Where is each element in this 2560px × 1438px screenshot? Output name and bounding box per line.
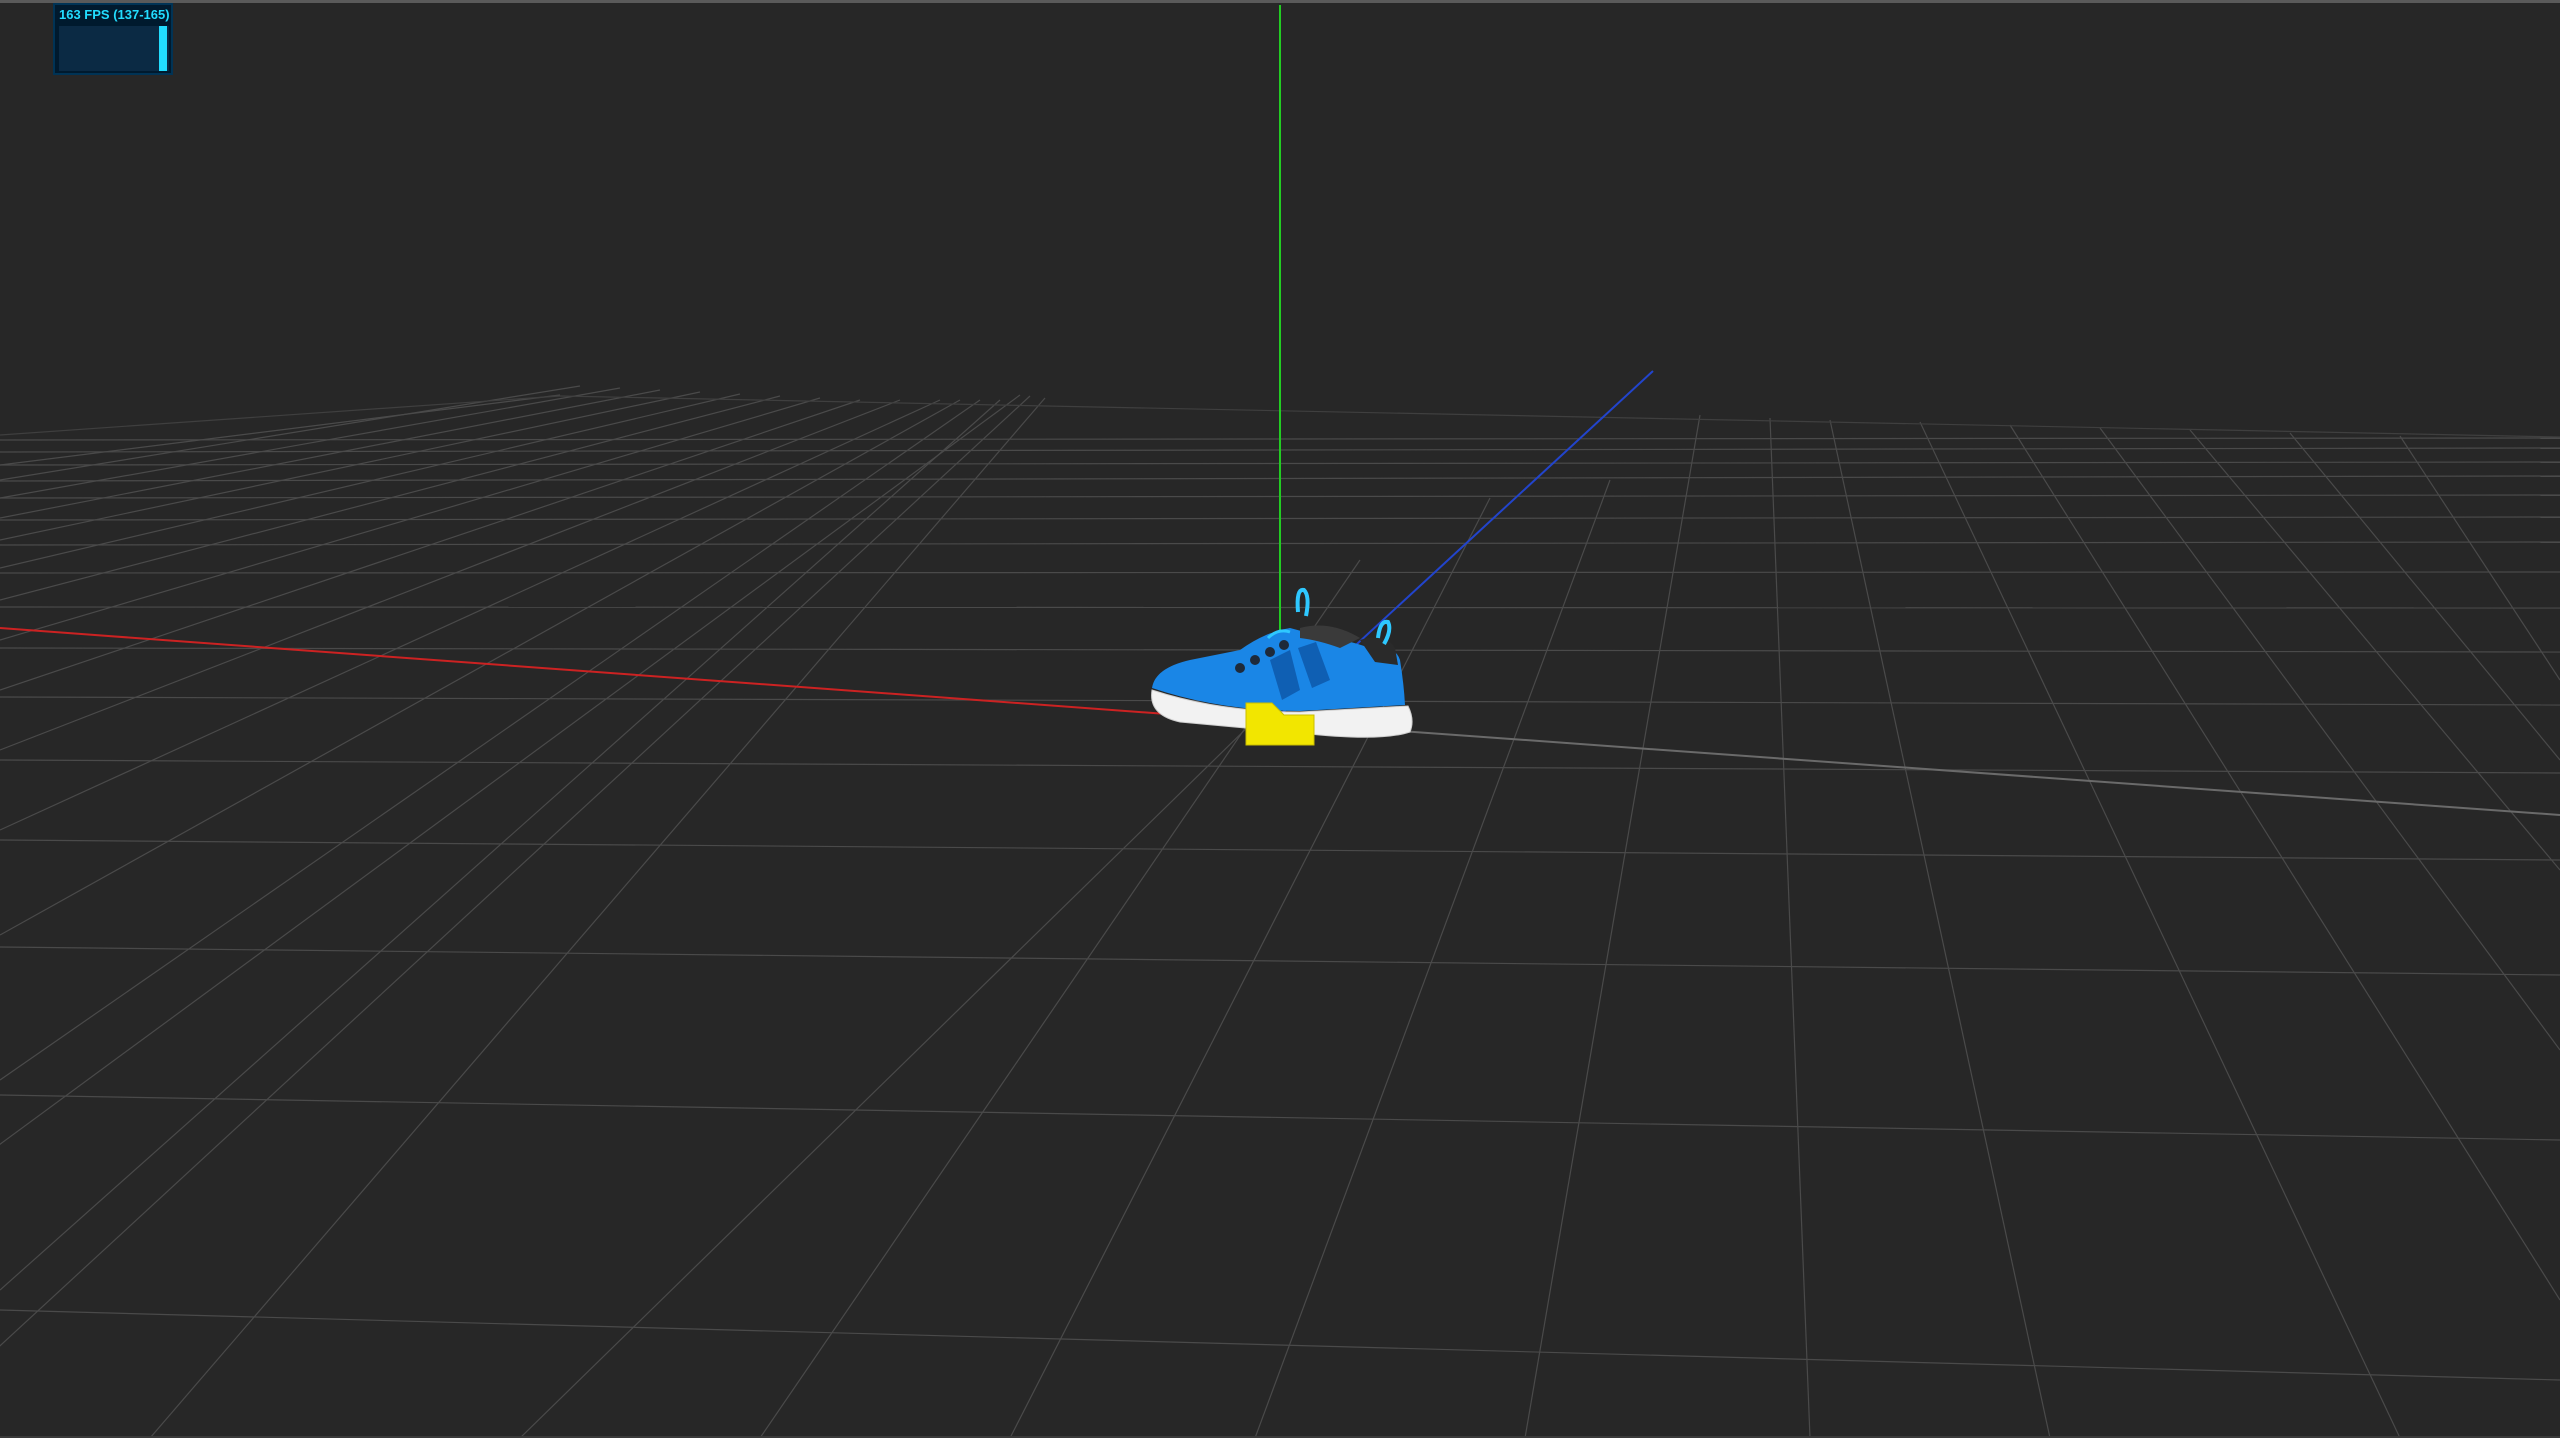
fps-graph [59, 26, 169, 71]
3d-viewport[interactable]: 163 FPS (137-165) [0, 0, 2560, 1438]
fps-readout: 163 FPS (137-165) [59, 7, 170, 22]
x-axis-line [0, 627, 1181, 716]
scene-canvas[interactable] [0, 0, 2560, 1438]
fps-stats-panel[interactable]: 163 FPS (137-165) [53, 3, 173, 75]
fps-graph-bar [159, 26, 167, 71]
